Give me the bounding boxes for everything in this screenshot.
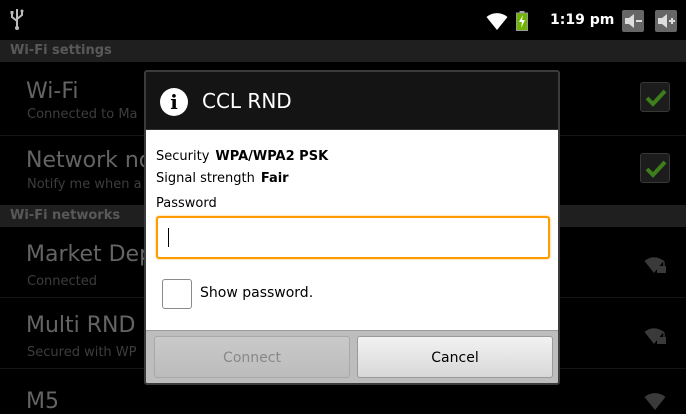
text-cursor (168, 228, 169, 247)
security-line: Security WPA/WPA2 PSK (156, 149, 328, 164)
connect-button[interactable]: Connect (154, 336, 350, 378)
signal-value: Fair (260, 171, 289, 186)
show-password-label[interactable]: Show password. (200, 285, 313, 301)
dialog-header: i CCL RND (146, 72, 558, 130)
password-field-frame (156, 216, 550, 259)
dialog-title: CCL RND (202, 89, 292, 113)
dialog-button-bar: Connect Cancel (146, 330, 558, 383)
info-icon: i (160, 88, 188, 116)
wifi-icon (486, 13, 508, 35)
security-value: WPA/WPA2 PSK (215, 149, 329, 164)
password-input[interactable] (158, 218, 548, 257)
status-bar: 1:19 pm (0, 0, 686, 40)
battery-charging-icon (516, 11, 528, 35)
clock: 1:19 pm (550, 12, 615, 28)
show-password-checkbox[interactable] (162, 279, 192, 309)
signal-label: Signal strength (156, 171, 255, 186)
usb-icon (10, 8, 24, 34)
wifi-connect-dialog: i CCL RND Security WPA/WPA2 PSK Signal st… (144, 70, 560, 385)
security-label: Security (156, 149, 210, 164)
password-label: Password (156, 196, 217, 211)
cancel-button[interactable]: Cancel (357, 336, 553, 378)
dialog-body: Security WPA/WPA2 PSK Signal strength Fair… (146, 130, 558, 330)
volume-down-icon[interactable] (622, 10, 644, 36)
volume-up-icon[interactable] (655, 10, 677, 36)
signal-line: Signal strength Fair (156, 171, 289, 186)
